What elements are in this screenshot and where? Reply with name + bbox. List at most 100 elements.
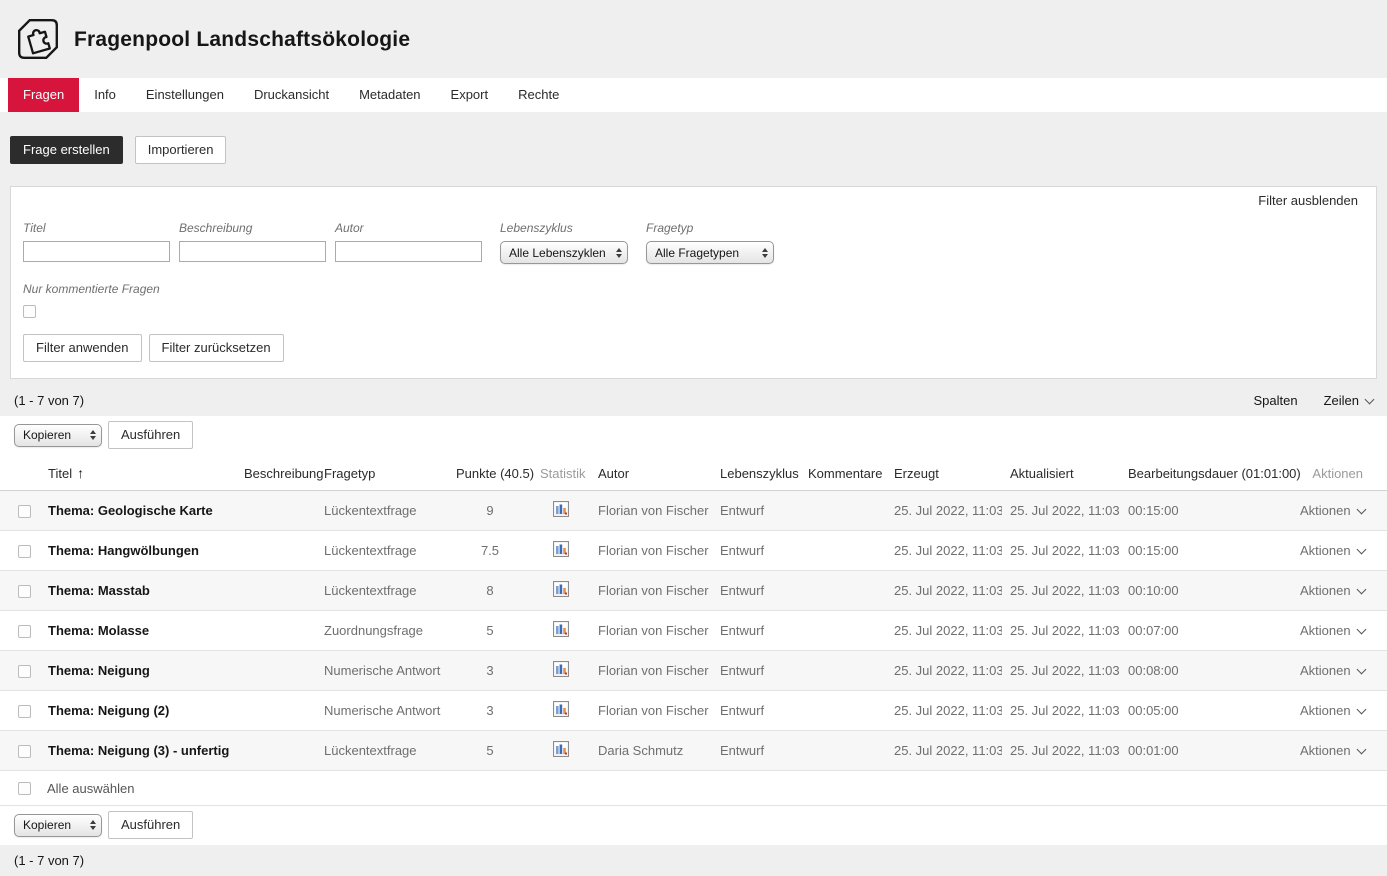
- sort-asc-icon: ↑: [77, 465, 84, 481]
- row-actions-button[interactable]: Aktionen: [1300, 663, 1365, 678]
- question-author: Florian von Fischer: [590, 651, 712, 691]
- question-author: Florian von Fischer: [590, 491, 712, 531]
- row-actions-button[interactable]: Aktionen: [1300, 503, 1365, 518]
- tab-druckansicht[interactable]: Druckansicht: [239, 78, 344, 112]
- statistics-icon[interactable]: [553, 701, 569, 717]
- table-row: Thema: Geologische Karte Lückentextfrage…: [0, 491, 1387, 531]
- rows-link-label: Zeilen: [1324, 393, 1359, 408]
- statistics-icon[interactable]: [553, 581, 569, 597]
- tab-rechte[interactable]: Rechte: [503, 78, 574, 112]
- chevron-down-icon: [1356, 745, 1366, 755]
- question-description: [236, 731, 316, 771]
- filter-select-lebenszyklus[interactable]: Alle Lebenszyklen: [500, 241, 628, 264]
- row-checkbox[interactable]: [18, 705, 31, 718]
- row-actions-button[interactable]: Aktionen: [1300, 543, 1365, 558]
- column-header-autor[interactable]: Autor: [590, 455, 712, 491]
- filter-apply-button[interactable]: Filter anwenden: [23, 334, 142, 362]
- question-lifecycle: Entwurf: [712, 531, 800, 571]
- table-body: Thema: Geologische Karte Lückentextfrage…: [0, 491, 1387, 771]
- row-checkbox[interactable]: [18, 585, 31, 598]
- filter-field-label: Fragetyp: [646, 221, 774, 235]
- question-table: Titel↑BeschreibungFragetypPunkte (40.5)S…: [0, 455, 1387, 771]
- statistics-icon[interactable]: [553, 741, 569, 757]
- question-author: Florian von Fischer: [590, 691, 712, 731]
- row-actions-button[interactable]: Aktionen: [1300, 623, 1365, 638]
- bulk-action-value: Kopieren: [23, 818, 71, 832]
- tab-info[interactable]: Info: [79, 78, 131, 112]
- chevron-down-icon: [1356, 625, 1366, 635]
- row-actions-label: Aktionen: [1300, 503, 1351, 518]
- chevron-down-icon: [1365, 395, 1375, 405]
- create-question-button[interactable]: Frage erstellen: [10, 136, 123, 164]
- table-header-row: Titel↑BeschreibungFragetypPunkte (40.5)S…: [0, 455, 1387, 491]
- column-header-erzeugt[interactable]: Erzeugt: [886, 455, 1002, 491]
- row-checkbox[interactable]: [18, 625, 31, 638]
- filter-field-label: Lebenszyklus: [500, 221, 628, 235]
- execute-button-top[interactable]: Ausführen: [108, 421, 193, 449]
- filter-select-fragetyp[interactable]: Alle Fragetypen: [646, 241, 774, 264]
- statistics-icon[interactable]: [553, 541, 569, 557]
- filter-panel: Filter ausblenden TitelBeschreibungAutor…: [10, 186, 1377, 379]
- tab-export[interactable]: Export: [436, 78, 504, 112]
- statistics-icon[interactable]: [553, 661, 569, 677]
- question-title: Thema: Masstab: [48, 583, 150, 598]
- rows-link[interactable]: Zeilen: [1324, 393, 1373, 408]
- select-all-checkbox[interactable]: [18, 782, 31, 795]
- header-checkbox-spacer: [0, 455, 40, 491]
- row-actions-button[interactable]: Aktionen: [1300, 583, 1365, 598]
- question-comments: [800, 691, 886, 731]
- row-checkbox[interactable]: [18, 745, 31, 758]
- column-header-lebenszyklus[interactable]: Lebenszyklus: [712, 455, 800, 491]
- commented-filter-checkbox[interactable]: [23, 305, 36, 318]
- question-title: Thema: Geologische Karte: [48, 503, 213, 518]
- row-actions-button[interactable]: Aktionen: [1300, 743, 1365, 758]
- row-checkbox[interactable]: [18, 505, 31, 518]
- question-lifecycle: Entwurf: [712, 731, 800, 771]
- question-comments: [800, 531, 886, 571]
- question-author: Florian von Fischer: [590, 571, 712, 611]
- table-meta-row: (1 - 7 von 7) Spalten Zeilen: [0, 379, 1387, 416]
- row-actions-button[interactable]: Aktionen: [1300, 703, 1365, 718]
- question-points: 7.5: [448, 531, 532, 571]
- select-value: Alle Fragetypen: [655, 246, 739, 260]
- bulk-action-select-top[interactable]: Kopieren: [14, 424, 102, 447]
- statistics-icon[interactable]: [553, 621, 569, 637]
- filter-input-autor[interactable]: [335, 241, 482, 262]
- question-duration: 00:10:00: [1120, 571, 1292, 611]
- chevron-down-icon: [1356, 545, 1366, 555]
- question-updated: 25. Jul 2022, 11:03: [1002, 651, 1120, 691]
- question-duration: 00:01:00: [1120, 731, 1292, 771]
- filter-reset-button[interactable]: Filter zurücksetzen: [149, 334, 284, 362]
- column-header-kommentare[interactable]: Kommentare: [800, 455, 886, 491]
- statistics-icon[interactable]: [553, 501, 569, 517]
- question-type: Lückentextfrage: [316, 571, 448, 611]
- filter-hide-link[interactable]: Filter ausblenden: [1258, 193, 1358, 208]
- row-checkbox[interactable]: [18, 545, 31, 558]
- column-header-beschreibung[interactable]: Beschreibung: [236, 455, 316, 491]
- execute-button-bottom[interactable]: Ausführen: [108, 811, 193, 839]
- bulk-action-row-top: Kopieren Ausführen: [0, 416, 1387, 455]
- tab-metadaten[interactable]: Metadaten: [344, 78, 435, 112]
- column-header-bearbeitungsdauer-01-01-00[interactable]: Bearbeitungsdauer (01:01:00): [1120, 455, 1292, 491]
- filter-input-titel[interactable]: [23, 241, 170, 262]
- chevron-down-icon: [1356, 705, 1366, 715]
- column-header-titel[interactable]: Titel↑: [40, 455, 236, 491]
- column-header-fragetyp[interactable]: Fragetyp: [316, 455, 448, 491]
- columns-link[interactable]: Spalten: [1253, 393, 1297, 408]
- question-lifecycle: Entwurf: [712, 611, 800, 651]
- column-header-aktualisiert[interactable]: Aktualisiert: [1002, 455, 1120, 491]
- question-created: 25. Jul 2022, 11:03: [886, 531, 1002, 571]
- table-row: Thema: Masstab Lückentextfrage 8 Florian…: [0, 571, 1387, 611]
- question-description: [236, 691, 316, 731]
- bulk-action-select-bottom[interactable]: Kopieren: [14, 814, 102, 837]
- range-label-bottom: (1 - 7 von 7): [0, 845, 1387, 876]
- question-type: Numerische Antwort: [316, 651, 448, 691]
- tab-einstellungen[interactable]: Einstellungen: [131, 78, 239, 112]
- import-button[interactable]: Importieren: [135, 136, 227, 164]
- column-header-punkte-40-5[interactable]: Punkte (40.5): [448, 455, 532, 491]
- row-checkbox[interactable]: [18, 665, 31, 678]
- tab-fragen[interactable]: Fragen: [8, 78, 79, 112]
- select-value: Alle Lebenszyklen: [509, 246, 606, 260]
- filter-input-beschreibung[interactable]: [179, 241, 326, 262]
- question-updated: 25. Jul 2022, 11:03: [1002, 571, 1120, 611]
